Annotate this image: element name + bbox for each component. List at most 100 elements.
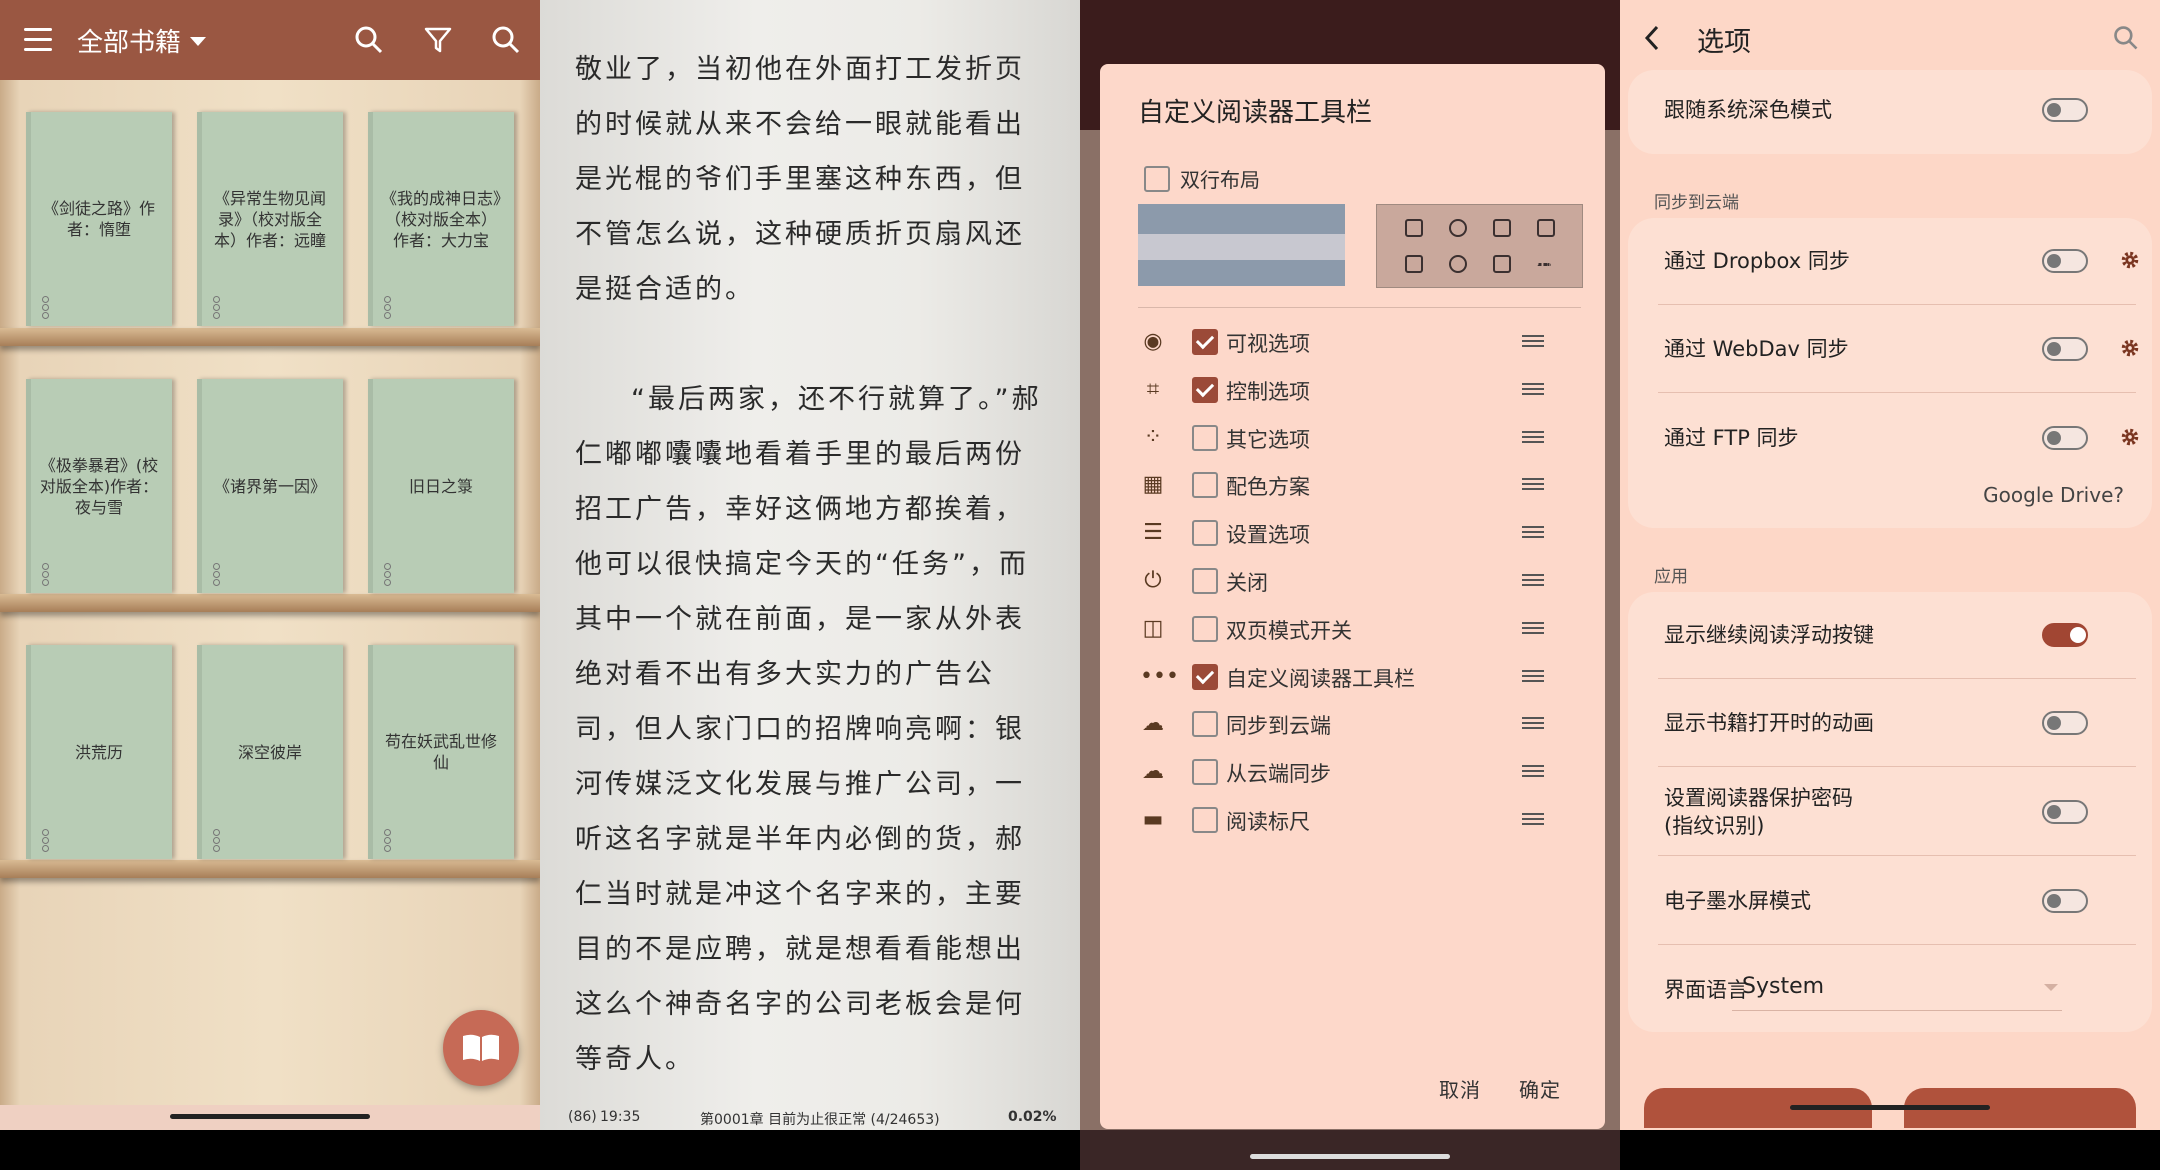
search-icon[interactable]: [490, 24, 522, 56]
toolbar-option-row[interactable]: ⌗ 控制选项: [1100, 366, 1605, 414]
library-filter-title[interactable]: 全部书籍: [77, 22, 181, 59]
gear-icon[interactable]: [2119, 426, 2141, 448]
gesture-handle[interactable]: [1250, 1154, 1450, 1159]
reader-panel[interactable]: 敬业了，当初他在外面打工发折页的时候就从来不会给一眼就能看出是光棍的爷们手里塞这…: [540, 0, 1080, 1170]
dropbox-toggle[interactable]: [2042, 249, 2088, 273]
book-cover[interactable]: 《我的成神日志》（校对版全本）作者：大力宝: [368, 112, 514, 326]
gear-icon[interactable]: [2119, 249, 2141, 271]
book-cover[interactable]: 苟在妖武乱世修仙: [368, 645, 514, 859]
drag-handle-icon[interactable]: [1522, 765, 1544, 778]
hamburger-menu-icon[interactable]: [24, 28, 52, 52]
open-book-icon: [463, 1034, 499, 1061]
single-line-preview[interactable]: [1138, 204, 1345, 286]
drag-handle-icon[interactable]: [1522, 335, 1544, 347]
webdav-toggle[interactable]: [2042, 337, 2088, 361]
gesture-handle[interactable]: [1790, 1105, 1990, 1110]
search-icon[interactable]: [2112, 24, 2140, 52]
book-open-animation-row[interactable]: 显示书籍打开时的动画: [1628, 679, 2152, 767]
drag-handle-icon[interactable]: [1522, 717, 1544, 730]
toolbar-option-row[interactable]: ⁘ 其它选项: [1100, 414, 1605, 462]
chevron-down-icon[interactable]: [190, 37, 206, 46]
option-checkbox[interactable]: [1192, 472, 1218, 499]
windows-icon: ▦: [1142, 472, 1164, 498]
drag-handle-icon[interactable]: [1522, 526, 1544, 539]
gesture-handle[interactable]: [170, 1114, 370, 1119]
clock: 19:35: [600, 1109, 641, 1125]
option-checkbox[interactable]: [1192, 329, 1218, 355]
book-title: 苟在妖武乱世修仙: [384, 732, 497, 772]
more-dots-icon[interactable]: [42, 829, 49, 852]
ftp-toggle[interactable]: [2042, 426, 2088, 450]
toolbar-option-row[interactable]: ☰ 设置选项: [1100, 509, 1605, 557]
back-arrow-icon[interactable]: [1642, 24, 1662, 52]
more-dots-icon[interactable]: [384, 829, 391, 852]
drag-handle-icon[interactable]: [1522, 621, 1544, 634]
option-checkbox[interactable]: [1192, 711, 1218, 738]
option-checkbox[interactable]: [1192, 759, 1218, 786]
google-drive-link[interactable]: Google Drive?: [1983, 483, 2124, 507]
drag-handle-icon[interactable]: [1522, 813, 1544, 825]
toolbar-option-row[interactable]: ▬ 阅读标尺: [1100, 796, 1605, 844]
more-dots-icon[interactable]: [213, 296, 220, 319]
option-checkbox[interactable]: [1192, 615, 1218, 642]
toolbar-option-row[interactable]: ▦ 配色方案: [1100, 461, 1605, 509]
more-dots-icon[interactable]: [384, 296, 391, 319]
book-cover[interactable]: 旧日之箓: [368, 379, 514, 593]
dropbox-sync-row[interactable]: 通过 Dropbox 同步: [1628, 217, 2152, 305]
battery-indicator: (86): [568, 1109, 597, 1125]
follow-dark-mode-row[interactable]: 跟随系统深色模式: [1628, 66, 2152, 154]
continue-reading-toggle[interactable]: [2042, 623, 2088, 647]
option-checkbox[interactable]: [1192, 663, 1218, 690]
dual-page-icon: ◫: [1142, 615, 1164, 641]
option-checkbox[interactable]: [1192, 807, 1218, 833]
more-dots-icon[interactable]: [42, 296, 49, 319]
book-cover[interactable]: 《诸界第一因》: [197, 379, 343, 593]
reader-password-row[interactable]: 设置阅读器保护密码 (指纹识别): [1628, 768, 2152, 856]
toolbar-option-row[interactable]: ◫ 双页模式开关: [1100, 605, 1605, 653]
password-toggle[interactable]: [2042, 800, 2088, 824]
book-cover[interactable]: 《极拳暴君》(校对版全本)作者：夜与雪: [26, 379, 172, 593]
drag-handle-icon[interactable]: [1522, 478, 1544, 491]
more-dots-icon[interactable]: [213, 563, 220, 586]
more-dots-icon[interactable]: [384, 563, 391, 586]
toolbar-option-row[interactable]: ⏻ 关闭: [1100, 557, 1605, 605]
screen-bottom: [540, 1130, 1080, 1170]
book-cover[interactable]: 深空彼岸: [197, 645, 343, 859]
webdav-sync-row[interactable]: 通过 WebDav 同步: [1628, 305, 2152, 393]
more-dots-icon[interactable]: [42, 563, 49, 586]
open-animation-toggle[interactable]: [2042, 711, 2088, 735]
option-checkbox[interactable]: [1192, 568, 1218, 594]
more-dots-icon[interactable]: [213, 829, 220, 852]
ftp-sync-row[interactable]: 通过 FTP 同步: [1628, 394, 2152, 482]
toolbar-option-row[interactable]: ☁ 从云端同步: [1100, 748, 1605, 796]
filter-icon[interactable]: [422, 24, 454, 56]
continue-reading-fab[interactable]: [443, 1010, 519, 1086]
drag-handle-icon[interactable]: [1522, 430, 1544, 443]
continue-reading-fab-row[interactable]: 显示继续阅读浮动按键: [1628, 591, 2152, 679]
drag-handle-icon[interactable]: [1522, 574, 1544, 586]
two-line-layout-checkbox[interactable]: [1144, 166, 1170, 192]
book-cover[interactable]: 洪荒历: [26, 645, 172, 859]
option-checkbox[interactable]: [1192, 376, 1218, 403]
ok-button[interactable]: 确定: [1519, 1074, 1561, 1103]
gear-icon[interactable]: [2119, 337, 2141, 359]
toolbar-option-row[interactable]: ◉ 可视选项: [1100, 318, 1605, 366]
search-icon[interactable]: [353, 24, 385, 56]
drag-handle-icon[interactable]: [1522, 382, 1544, 395]
option-checkbox[interactable]: [1192, 520, 1218, 547]
toolbar-option-row[interactable]: ••• 自定义阅读器工具栏: [1100, 653, 1605, 701]
option-label: 控制选项: [1226, 379, 1310, 404]
book-cover[interactable]: 《剑徒之路》作者：惰堕: [26, 112, 172, 326]
option-checkbox[interactable]: [1192, 424, 1218, 451]
two-line-preview[interactable]: [1376, 204, 1583, 288]
reader-text[interactable]: 敬业了，当初他在外面打工发折页的时候就从来不会给一眼就能看出是光棍的爷们手里塞这…: [575, 42, 1050, 1087]
section-header: 同步到云端: [1654, 193, 1739, 213]
follow-dark-toggle[interactable]: [2042, 98, 2088, 122]
eink-mode-row[interactable]: 电子墨水屏模式: [1628, 857, 2152, 945]
toolbar-option-row[interactable]: ☁ 同步到云端: [1100, 700, 1605, 748]
drag-handle-icon[interactable]: [1522, 669, 1544, 682]
eink-toggle[interactable]: [2042, 889, 2088, 913]
cancel-button[interactable]: 取消: [1439, 1074, 1481, 1103]
book-cover[interactable]: 《异常生物见闻录》（校对版全本）作者：远瞳: [197, 112, 343, 326]
language-select[interactable]: System: [1732, 970, 2062, 1011]
